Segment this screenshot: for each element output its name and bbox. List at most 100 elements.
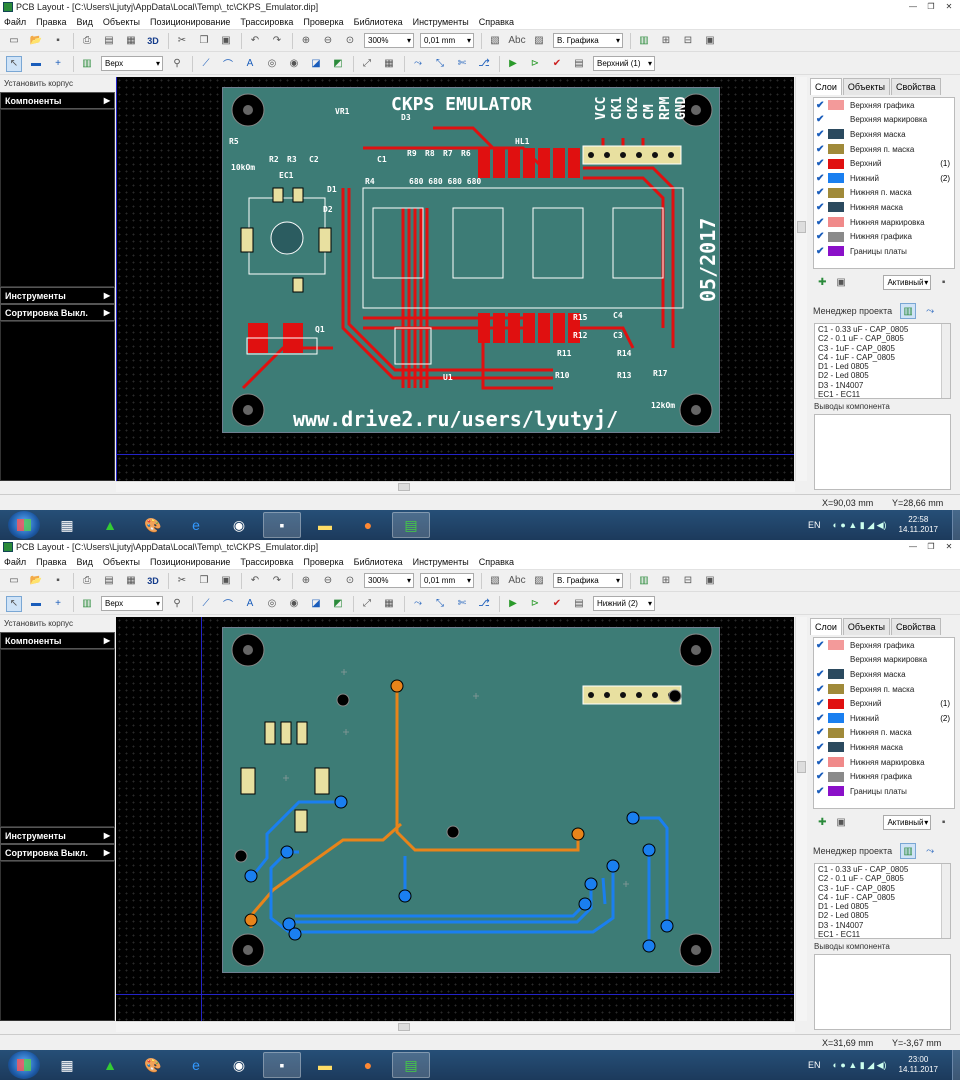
image-icon[interactable]: ▧ [487, 573, 503, 589]
grid-select[interactable]: 0,01 mm [420, 573, 474, 588]
route-icon[interactable]: ⟋ [198, 596, 214, 612]
check-icon[interactable]: ✔ [816, 786, 828, 797]
show-desktop-button[interactable] [952, 1050, 960, 1080]
layer-row[interactable]: ✔ Верхний (1) [814, 696, 954, 711]
explorer-icon[interactable]: ▬ [306, 1052, 344, 1078]
list-item[interactable]: C3 - 1uF - CAP_0805 [818, 344, 947, 353]
run-icon[interactable]: ▶ [505, 56, 521, 72]
layer-color-swatch[interactable] [828, 742, 844, 753]
list-item[interactable]: EC1 - EC11 [818, 930, 947, 938]
minimize-button[interactable]: — [906, 541, 920, 552]
floppy-icon[interactable]: ▪ [263, 512, 301, 538]
tools-list[interactable] [0, 321, 115, 481]
print-icon[interactable]: ⎙ [79, 33, 95, 49]
component-place-icon[interactable]: ▬ [28, 56, 44, 72]
layer-row[interactable]: ✔ Нижняя графика [814, 229, 954, 244]
layer-row[interactable]: ✔ Нижняя маска [814, 740, 954, 755]
layer-row[interactable]: ✔ Нижняя графика [814, 769, 954, 784]
pcb-app-icon[interactable]: ▤ [392, 512, 430, 538]
tab-objects[interactable]: Объекты [842, 78, 891, 95]
tools-section[interactable]: Инструменты [0, 827, 115, 844]
zoom-out-icon[interactable]: ⊖ [320, 33, 336, 49]
firefox-icon[interactable]: ● [349, 1052, 387, 1078]
check-icon[interactable]: ✔ [816, 640, 828, 651]
layer-row[interactable]: ✔ Границы платы [814, 784, 954, 799]
layer-row[interactable]: ✔ Верхняя п. маска [814, 682, 954, 697]
save-icon[interactable]: ▪ [50, 573, 66, 589]
track-icon[interactable]: ⌒ [220, 56, 236, 72]
tab-layers[interactable]: Слои [810, 618, 842, 635]
settings-icon[interactable]: ▣ [702, 573, 718, 589]
menu-view[interactable]: Вид [77, 557, 93, 567]
find-icon[interactable]: ⚲ [169, 56, 185, 72]
save-icon[interactable]: ▪ [50, 33, 66, 49]
canvas-horizontal-scrollbar[interactable] [116, 1021, 795, 1032]
language-indicator[interactable]: EN [808, 1060, 821, 1070]
canvas-vertical-scrollbar[interactable] [795, 617, 807, 1021]
polygon-icon[interactable]: ◪ [308, 596, 324, 612]
track-icon[interactable]: ⌒ [220, 596, 236, 612]
layer-row[interactable]: Верхняя маркировка [814, 653, 954, 668]
maximize-button[interactable]: ❐ [924, 1, 938, 12]
drc-icon[interactable]: ⊳ [527, 56, 543, 72]
active-layer-select[interactable]: Нижний (2) [593, 596, 655, 611]
list-item[interactable]: D3 - 1N4007 [818, 381, 947, 390]
components-section[interactable]: Компоненты [0, 92, 115, 109]
layer-color-swatch[interactable] [828, 231, 844, 242]
pm-net-icon[interactable]: ⤳ [922, 303, 938, 319]
via-icon[interactable]: ◉ [286, 596, 302, 612]
layer-color-swatch[interactable] [828, 713, 844, 724]
menu-routing[interactable]: Трассировка [240, 17, 293, 27]
menu-edit[interactable]: Правка [36, 17, 66, 27]
layer-row[interactable]: ✔ Верхняя маркировка [814, 113, 954, 128]
select-icon[interactable]: ↖ [6, 55, 22, 72]
connection-icon[interactable]: ⤳ [410, 56, 426, 72]
clock[interactable]: 23:00 14.11.2017 [899, 1055, 938, 1075]
run-icon[interactable]: ▶ [505, 596, 521, 612]
menu-library[interactable]: Библиотека [354, 17, 403, 27]
polygon-icon[interactable]: ◪ [308, 56, 324, 72]
tab-properties[interactable]: Свойства [891, 78, 941, 95]
layer-color-swatch[interactable] [828, 727, 844, 738]
menu-check[interactable]: Проверка [303, 17, 343, 27]
copy-icon[interactable]: ❐ [196, 33, 212, 49]
fill-icon[interactable]: ◩ [330, 56, 346, 72]
layer-row[interactable]: ✔ Нижний (2) [814, 171, 954, 186]
explorer-icon[interactable]: ▬ [306, 512, 344, 538]
layer-color-swatch[interactable] [828, 698, 844, 709]
grid-icon[interactable]: ▦ [381, 596, 397, 612]
open-icon[interactable]: 📂 [28, 33, 44, 49]
drc-icon[interactable]: ⊳ [527, 596, 543, 612]
tools-section[interactable]: Инструменты [0, 287, 115, 304]
fill-icon[interactable]: ◩ [330, 596, 346, 612]
measure-icon[interactable]: ⤢ [359, 56, 375, 72]
layer-mode-select[interactable]: Активный [883, 274, 932, 290]
pm-mode-icon[interactable]: ▥ [900, 303, 917, 319]
merge-icon[interactable]: ⎇ [476, 596, 492, 612]
settings-icon[interactable]: ▣ [702, 33, 718, 49]
menu-library[interactable]: Библиотека [354, 557, 403, 567]
layer-row[interactable]: ✔ Верхняя маска [814, 127, 954, 142]
layer-row[interactable]: ✔ Нижняя п. маска [814, 186, 954, 201]
check-icon[interactable]: ✔ [816, 771, 828, 782]
check-icon[interactable]: ✔ [816, 684, 828, 695]
layer-row[interactable]: ✔ Верхняя графика [814, 638, 954, 653]
check-icon[interactable]: ✔ [816, 187, 828, 198]
list-scrollbar[interactable] [941, 864, 950, 938]
pins-box[interactable] [814, 414, 951, 490]
start-button[interactable] [8, 511, 40, 539]
cut-track-icon[interactable]: ✄ [454, 56, 470, 72]
components-list[interactable] [0, 109, 115, 287]
pins-box[interactable] [814, 954, 951, 1030]
report-icon[interactable]: ▤ [571, 596, 587, 612]
check-icon[interactable]: ✔ [816, 757, 828, 768]
list-item[interactable]: C1 - 0.33 uF - CAP_0805 [818, 325, 947, 334]
check-icon[interactable]: ✔ [816, 698, 828, 709]
undo-icon[interactable]: ↶ [247, 33, 263, 49]
check-icon[interactable]: ✔ [816, 727, 828, 738]
menu-tools[interactable]: Инструменты [413, 17, 469, 27]
picture-icon[interactable]: ▨ [531, 33, 547, 49]
menu-edit[interactable]: Правка [36, 557, 66, 567]
report-icon[interactable]: ▤ [571, 56, 587, 72]
layer-view-icon[interactable]: ▪ [937, 274, 950, 290]
